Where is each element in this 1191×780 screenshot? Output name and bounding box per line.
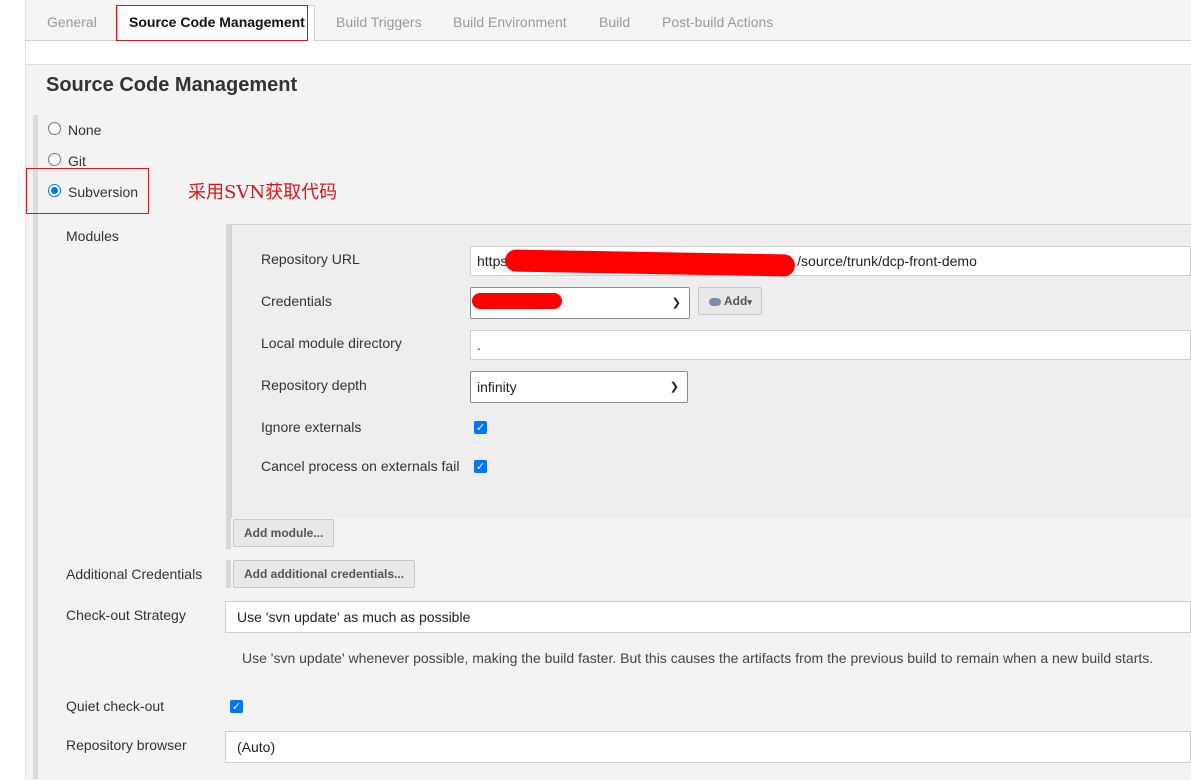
tab-post-build-actions[interactable]: Post-build Actions [662,14,773,30]
section-indent-bar [33,115,38,779]
section-title: Source Code Management [46,74,298,96]
additional-credentials-label: Additional Credentials [66,566,203,582]
add-additional-credentials-button[interactable]: Add additional credentials... [233,560,416,588]
repository-depth-label: Repository depth [261,377,367,393]
scm-label-git: Git [68,153,86,169]
local-module-directory-label: Local module directory [261,335,402,351]
checkout-strategy-help: Use 'svn update' whenever possible, maki… [242,650,1154,666]
repository-depth-select[interactable]: infinity ❯ [470,371,688,403]
cancel-on-externals-fail-label: Cancel process on externals fail [261,458,460,474]
repository-browser-select[interactable]: (Auto) [225,731,1191,763]
additional-credentials-indent-bar [226,560,231,588]
caret-down-icon: ▾ [747,297,752,307]
cancel-on-externals-fail-checkbox[interactable]: ✓ [474,460,487,473]
tab-general[interactable]: General [47,14,97,30]
scm-radio-git[interactable] [48,153,61,166]
highlight-box-subversion [26,168,149,214]
add-credentials-button[interactable]: Add▾ [698,287,762,315]
local-module-directory-input[interactable]: . [470,330,1191,360]
repository-browser-label: Repository browser [66,737,187,753]
checkout-strategy-label: Check-out Strategy [66,607,186,623]
scm-radio-none[interactable] [48,122,61,135]
scm-label-none: None [68,122,102,138]
key-icon [709,297,721,306]
tab-build[interactable]: Build [599,14,630,30]
quiet-checkout-label: Quiet check-out [66,698,165,714]
add-module-button[interactable]: Add module... [233,519,335,547]
ignore-externals-label: Ignore externals [261,419,362,435]
checkout-strategy-select[interactable]: Use 'svn update' as much as possible [225,601,1191,633]
repository-url-label: Repository URL [261,251,360,267]
redaction-mark-credentials [472,293,562,309]
annotation-text: 采用SVN获取代码 [188,182,338,203]
ignore-externals-checkbox[interactable]: ✓ [474,421,487,434]
tab-build-triggers[interactable]: Build Triggers [336,14,422,30]
chevron-down-icon: ❯ [671,297,681,309]
modules-label: Modules [66,228,119,244]
repository-url-suffix: /source/trunk/dcp-front-demo [797,253,977,269]
chevron-down-icon: ❯ [669,381,679,393]
highlight-box-tab [116,5,308,41]
credentials-label: Credentials [261,293,332,309]
repository-url-prefix: https [477,253,508,269]
tab-build-environment[interactable]: Build Environment [453,14,567,30]
quiet-checkout-checkbox[interactable]: ✓ [230,700,243,713]
